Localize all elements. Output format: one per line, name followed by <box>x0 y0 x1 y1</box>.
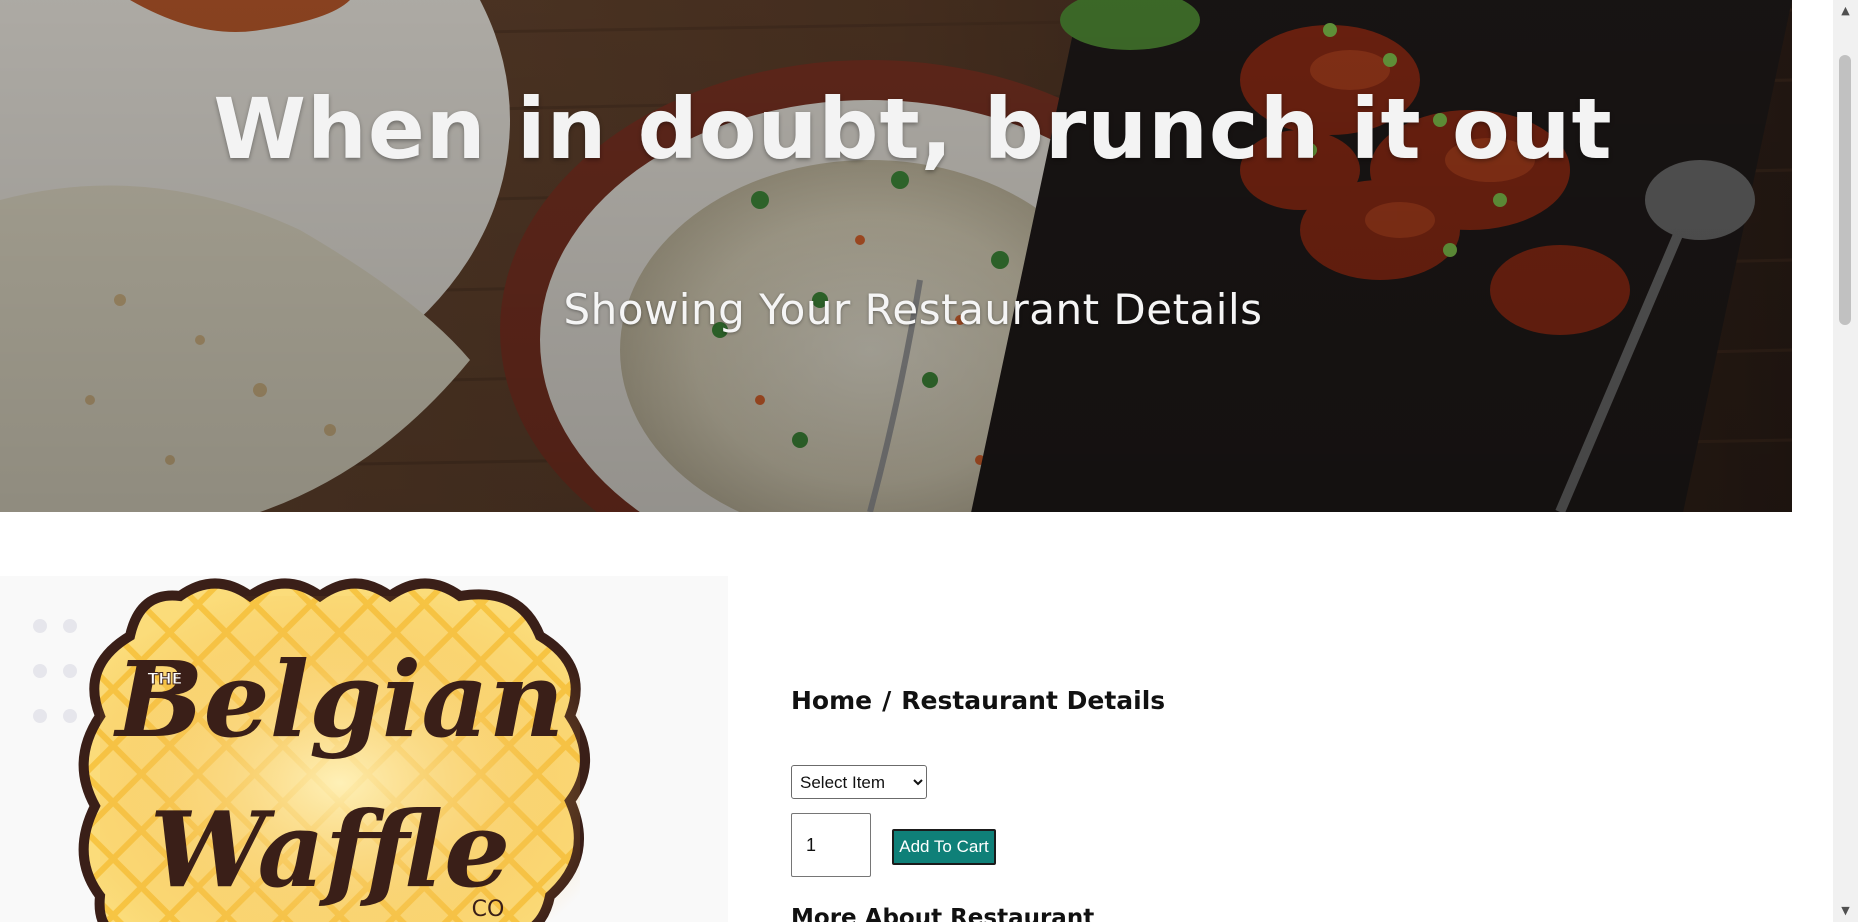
hero-title: When in doubt, brunch it out <box>213 80 1613 178</box>
scrollbar-thumb[interactable] <box>1839 55 1851 325</box>
logo-text-co: CO <box>472 897 505 922</box>
scroll-down-arrow-icon[interactable]: ▼ <box>1833 900 1858 922</box>
item-select-dropdown[interactable]: Select Item <box>791 765 927 799</box>
scroll-up-arrow-icon[interactable]: ▲ <box>1833 0 1858 22</box>
quantity-input[interactable] <box>791 813 871 877</box>
logo-text-belgian: Belgian <box>113 638 565 761</box>
breadcrumb-current: Restaurant Details <box>901 686 1166 715</box>
page-scrollbar[interactable]: ▲ ▼ <box>1833 0 1858 922</box>
restaurant-logo: Belgian Waffle THE CO <box>0 576 728 922</box>
logo-text-waffle: Waffle <box>150 788 511 911</box>
breadcrumb: Home / Restaurant Details <box>791 686 1165 715</box>
hero-background-image <box>0 0 1792 512</box>
breadcrumb-home-link[interactable]: Home <box>791 686 872 715</box>
add-to-cart-button[interactable]: Add To Cart <box>892 829 996 865</box>
page: When in doubt, brunch it out Showing You… <box>0 0 1858 922</box>
breadcrumb-separator: / <box>882 686 892 715</box>
more-about-restaurant-heading: More About Restaurant <box>791 905 1095 922</box>
hero-subtitle: Showing Your Restaurant Details <box>563 285 1263 334</box>
hero-banner: When in doubt, brunch it out Showing You… <box>0 0 1792 512</box>
belgian-waffle-logo-image: Belgian Waffle THE CO <box>33 578 590 922</box>
logo-text-the: THE <box>147 669 182 688</box>
